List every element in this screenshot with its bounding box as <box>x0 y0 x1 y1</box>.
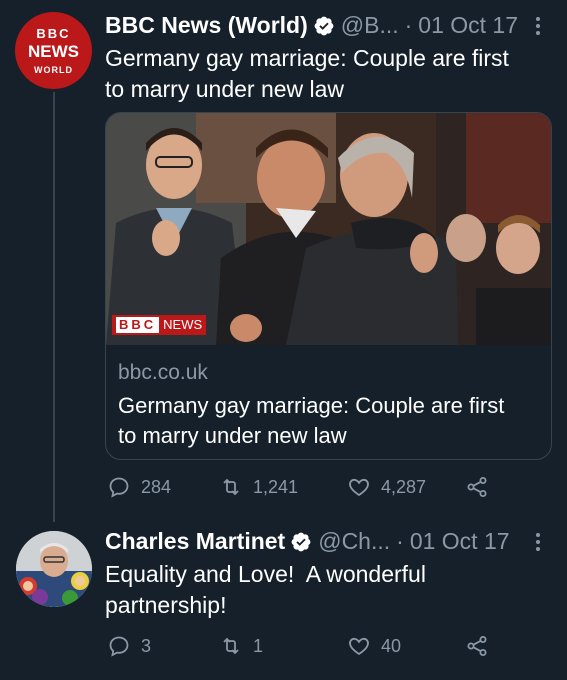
share-button[interactable] <box>465 475 489 499</box>
like-count: 40 <box>381 635 402 656</box>
photo-illustration <box>106 113 551 345</box>
separator-dot: · <box>404 12 413 38</box>
card-image[interactable]: BBC NEWS <box>106 113 551 345</box>
tweet-text: Germany gay marriage: Couple are first t… <box>105 43 555 105</box>
thread-line <box>53 92 55 522</box>
card-title-line: to marry under new law <box>118 423 347 448</box>
overlay-news: NEWS <box>163 317 203 332</box>
display-name[interactable]: BBC News (World) <box>105 12 308 39</box>
tweet-text: Equality and Love! A wonderful partnersh… <box>105 559 555 621</box>
handle[interactable]: @B... <box>341 12 399 39</box>
charles-martinet-avatar[interactable] <box>16 531 92 607</box>
timestamp[interactable]: 01 Oct 17 <box>418 12 518 39</box>
retweet-count: 1 <box>253 635 264 656</box>
tweet-text-line: Equality and Love! A wonderful <box>105 561 426 587</box>
card-domain: bbc.co.uk <box>118 361 208 384</box>
tweet-header: BBC News (World) @B... · 01 Oct 17 <box>105 12 518 39</box>
avatar-photo <box>16 531 92 607</box>
handle[interactable]: @Ch... <box>318 528 390 555</box>
card-title: Germany gay marriage: Couple are first t… <box>118 391 548 451</box>
card-title-line: Germany gay marriage: Couple are first <box>118 393 505 418</box>
reply-icon <box>109 477 129 498</box>
link-card[interactable]: BBC NEWS bbc.co.uk Germany gay marriage:… <box>105 112 552 460</box>
separator-dot: · <box>396 528 404 554</box>
bbc-news-avatar[interactable]: BBC NEWS WORLD <box>15 12 92 89</box>
tweet-text-line: to marry under new law <box>105 76 345 102</box>
like-button[interactable]: 4,287 <box>347 475 465 499</box>
reply-icon <box>109 636 129 657</box>
avatar-news-text: NEWS <box>28 42 79 61</box>
heart-icon <box>349 478 369 497</box>
reply-count: 284 <box>141 476 172 497</box>
avatar-world-text: WORLD <box>34 65 73 75</box>
tweet-actions: 3 1 40 <box>107 634 489 658</box>
more-options-icon[interactable] <box>534 15 542 37</box>
like-count: 4,287 <box>381 476 427 497</box>
share-button[interactable] <box>465 634 489 658</box>
retweet-count: 1,241 <box>253 476 299 497</box>
verified-badge-icon <box>314 16 334 35</box>
retweet-button[interactable]: 1 <box>219 634 347 658</box>
share-icon <box>467 636 487 656</box>
bbc-news-overlay: BBC NEWS <box>116 317 202 333</box>
tweet-actions: 284 1,241 4,287 <box>107 475 489 499</box>
overlay-brand: BBC <box>116 317 160 333</box>
timestamp[interactable]: 01 Oct 17 <box>410 528 510 555</box>
tweet-text-line: partnership! <box>105 592 227 618</box>
reply-count: 3 <box>141 635 152 656</box>
share-icon <box>467 477 487 497</box>
heart-icon <box>349 637 369 656</box>
more-options-icon[interactable] <box>534 531 542 553</box>
avatar-bbc-text: BBC <box>36 26 71 41</box>
reply-button[interactable]: 284 <box>107 475 219 499</box>
tweet-header: Charles Martinet @Ch... · 01 Oct 17 <box>105 528 510 555</box>
reply-button[interactable]: 3 <box>107 634 219 658</box>
retweet-button[interactable]: 1,241 <box>219 475 347 499</box>
display-name[interactable]: Charles Martinet <box>105 528 285 555</box>
retweet-icon <box>223 478 239 496</box>
verified-badge-icon <box>291 532 311 551</box>
like-button[interactable]: 40 <box>347 634 465 658</box>
tweet-text-line: Germany gay marriage: Couple are first <box>105 45 509 71</box>
retweet-icon <box>223 637 239 655</box>
